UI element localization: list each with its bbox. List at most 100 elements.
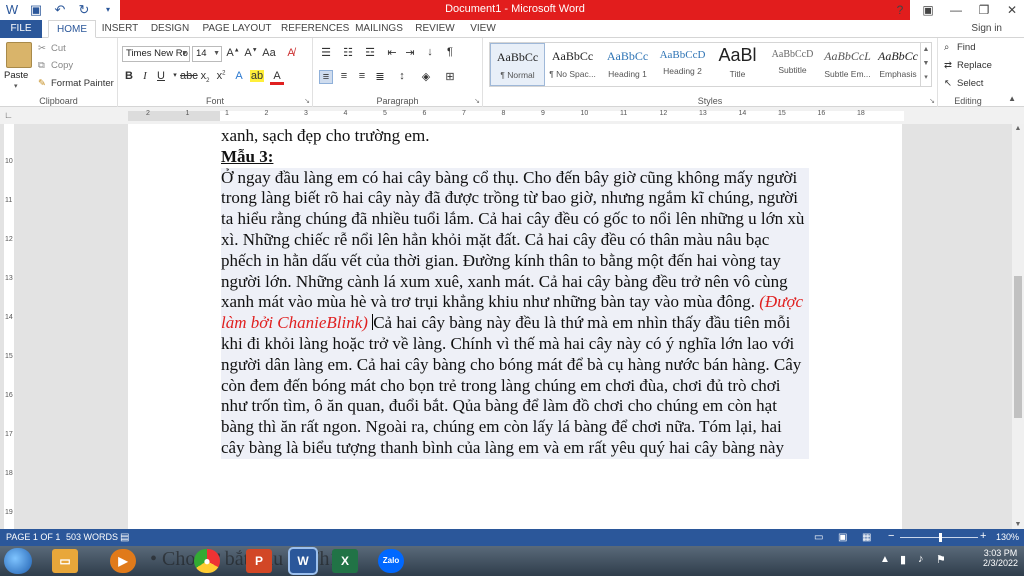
document-page[interactable]: xanh, sạch đẹp cho trường em. Mẫu 3: Ở n…	[128, 124, 902, 529]
help-icon[interactable]: ?	[892, 1, 908, 19]
style-title[interactable]: AaBl Title	[710, 43, 765, 86]
powerpoint-icon[interactable]: P	[246, 549, 272, 573]
style-emphasis[interactable]: AaBbCc Emphasis	[875, 43, 921, 86]
grow-font-icon[interactable]: A▲	[226, 47, 240, 59]
file-explorer-icon[interactable]: ▭	[52, 549, 78, 573]
zoom-level[interactable]: 130%	[996, 532, 1019, 542]
copy-button[interactable]: Copy	[51, 60, 73, 71]
multilevel-list-icon[interactable]: ☲	[363, 46, 377, 59]
text-effects-icon[interactable]: A	[232, 70, 246, 82]
horizontal-ruler[interactable]: 2 1 1 2 3 4 5 6 7 8 9 10 11 12 13 14 15 16 18	[128, 110, 904, 121]
find-button[interactable]: Find	[957, 42, 975, 53]
zoom-slider-thumb[interactable]	[939, 533, 942, 542]
tab-page-layout[interactable]: PAGE LAYOUT	[200, 20, 274, 38]
bold-icon[interactable]: B	[122, 70, 136, 82]
style-heading-2[interactable]: AaBbCcD Heading 2	[655, 43, 710, 86]
restore-button[interactable]: ❐	[976, 1, 992, 19]
gallery-more-icon[interactable]: ▾	[924, 74, 928, 81]
tab-insert[interactable]: INSERT	[98, 20, 142, 38]
styles-dialog-launcher-icon[interactable]: ↘	[929, 97, 935, 105]
borders-icon[interactable]: ⊞	[443, 70, 457, 83]
format-painter-button[interactable]: Format Painter	[51, 78, 114, 89]
subscript-icon[interactable]: x2	[198, 70, 212, 84]
start-button[interactable]	[4, 548, 32, 574]
clear-formatting-icon[interactable]: A̸	[284, 47, 298, 59]
underline-icon[interactable]: U	[154, 70, 168, 82]
styles-gallery-scroll[interactable]: ▲ ▼ ▾	[920, 43, 931, 86]
volume-icon[interactable]: ♪	[918, 553, 924, 565]
select-button[interactable]: Select	[957, 78, 983, 89]
paste-dropdown-icon[interactable]: ▾	[14, 82, 18, 90]
tab-design[interactable]: DESIGN	[148, 20, 192, 38]
align-center-icon[interactable]: ≡	[337, 70, 351, 82]
style-subtitle[interactable]: AaBbCcD Subtitle	[765, 43, 820, 86]
document-text[interactable]: xanh, sạch đẹp cho trường em. Mẫu 3: Ở n…	[221, 126, 809, 459]
tray-up-icon[interactable]: ▲	[880, 554, 890, 565]
strikethrough-icon[interactable]: abc	[180, 70, 198, 82]
sort-icon[interactable]: ↓	[423, 46, 437, 58]
style-normal[interactable]: AaBbCc ¶ Normal	[490, 43, 545, 86]
redo-icon[interactable]: ↻	[76, 2, 92, 18]
word-count[interactable]: 503 WORDS	[66, 532, 118, 542]
flag-icon[interactable]: ⚑	[936, 553, 946, 566]
font-name-dropdown-icon[interactable]: ▼	[181, 47, 188, 61]
paragraph-dialog-launcher-icon[interactable]: ↘	[474, 97, 480, 105]
tab-mailings[interactable]: MAILINGS	[353, 20, 405, 38]
font-dialog-launcher-icon[interactable]: ↘	[304, 97, 310, 105]
align-right-icon[interactable]: ≡	[355, 70, 369, 82]
vertical-scrollbar[interactable]: ▲ ▼	[1012, 124, 1024, 529]
justify-icon[interactable]: ≣	[373, 70, 387, 83]
tab-selector-icon[interactable]: ∟	[4, 110, 13, 120]
superscript-icon[interactable]: x2	[214, 70, 228, 82]
zoom-in-icon[interactable]: +	[980, 530, 986, 542]
style-heading-1[interactable]: AaBbCc Heading 1	[600, 43, 655, 86]
save-icon[interactable]: ▣	[28, 2, 44, 18]
collapse-ribbon-icon[interactable]: ▲	[1008, 94, 1016, 103]
style-subtle-emphasis[interactable]: AaBbCcL Subtle Em...	[820, 43, 875, 86]
scroll-up-icon[interactable]: ▲	[1012, 125, 1024, 132]
gallery-up-icon[interactable]: ▲	[923, 46, 930, 53]
tab-home[interactable]: HOME	[48, 20, 96, 38]
scroll-down-icon[interactable]: ▼	[1012, 521, 1024, 528]
font-size-dropdown-icon[interactable]: ▼	[213, 47, 220, 61]
tab-view[interactable]: VIEW	[465, 20, 501, 38]
replace-button[interactable]: Replace	[957, 60, 992, 71]
shading-icon[interactable]: ◈	[419, 70, 433, 83]
numbering-icon[interactable]: ☷	[341, 46, 355, 59]
read-mode-icon[interactable]: ▭	[814, 532, 823, 543]
align-left-icon[interactable]: ≡	[319, 70, 333, 84]
highlight-icon[interactable]: ab	[250, 70, 264, 82]
zalo-icon[interactable]: Zalo	[378, 549, 404, 573]
paste-button[interactable]: Paste	[4, 70, 28, 81]
proofing-icon[interactable]: ▤	[120, 532, 129, 543]
change-case-icon[interactable]: Aa	[262, 47, 276, 59]
clock[interactable]: 3:03 PM 2/3/2022	[983, 548, 1018, 568]
paste-icon[interactable]	[6, 42, 32, 68]
tab-review[interactable]: REVIEW	[413, 20, 457, 38]
style-no-spacing[interactable]: AaBbCc ¶ No Spac...	[545, 43, 600, 86]
show-marks-icon[interactable]: ¶	[443, 46, 457, 58]
zoom-out-icon[interactable]: −	[888, 530, 894, 542]
italic-icon[interactable]: I	[138, 70, 152, 82]
scrollbar-thumb[interactable]	[1014, 276, 1022, 418]
close-button[interactable]: ✕	[1004, 1, 1020, 19]
decrease-indent-icon[interactable]: ⇤	[385, 46, 399, 59]
bullets-icon[interactable]: ☰	[319, 46, 333, 59]
ribbon-display-icon[interactable]: ▣	[920, 1, 936, 19]
print-layout-icon[interactable]: ▣	[838, 532, 847, 543]
word-taskbar-icon[interactable]: W	[288, 547, 318, 575]
shrink-font-icon[interactable]: A▼	[244, 47, 258, 59]
qat-dropdown-icon[interactable]: ▾	[100, 2, 116, 18]
increase-indent-icon[interactable]: ⇥	[403, 46, 417, 59]
tab-file[interactable]: FILE	[0, 20, 42, 38]
minimize-button[interactable]: —	[948, 1, 964, 19]
tab-references[interactable]: REFERENCES	[281, 20, 349, 38]
web-layout-icon[interactable]: ▦	[862, 532, 871, 543]
font-color-icon[interactable]: A	[270, 70, 284, 85]
line-spacing-icon[interactable]: ↕	[395, 70, 409, 82]
network-icon[interactable]: ▮	[900, 553, 906, 566]
cut-button[interactable]: Cut	[51, 43, 66, 54]
gallery-down-icon[interactable]: ▼	[923, 60, 930, 67]
undo-icon[interactable]: ↶	[52, 2, 68, 18]
media-player-icon[interactable]: ▶	[110, 549, 136, 573]
